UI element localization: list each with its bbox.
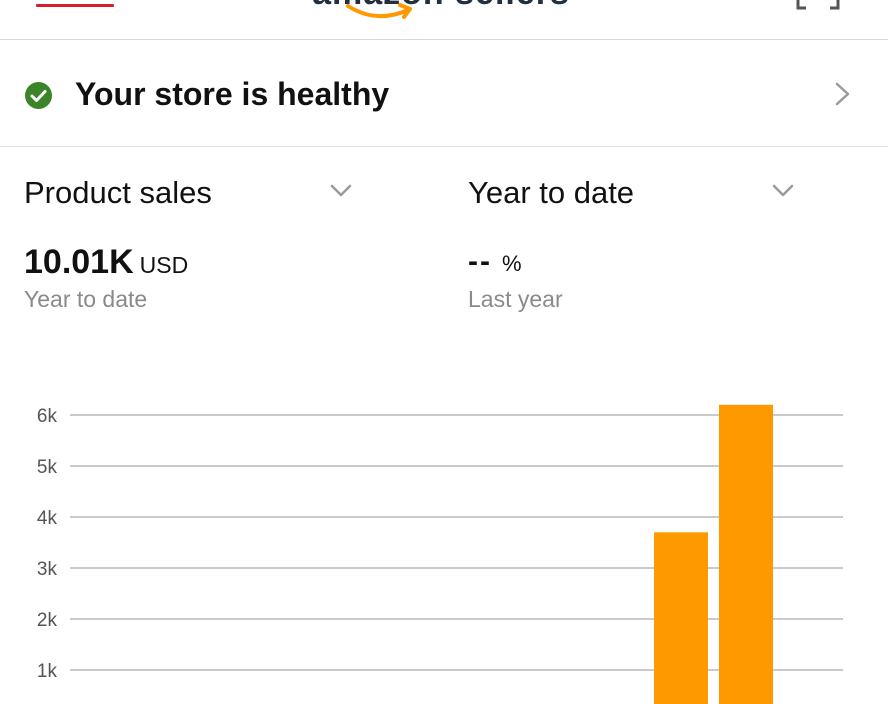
period-label: Year to date: [468, 175, 635, 210]
chevron-right-icon: [835, 82, 850, 106]
product-sales-metric: Product sales 10.01K USD Year to date: [24, 168, 364, 328]
check-circle-icon: [25, 82, 52, 109]
chart-canvas: 1k 2k 3k 4k 5k 6k: [37, 404, 843, 704]
y-tick-label: 5k: [37, 457, 58, 478]
y-tick-label: 2k: [37, 610, 58, 631]
period-comparison-metric: Year to date --% Last year: [468, 168, 798, 328]
store-health-row[interactable]: Your store is healthy: [0, 41, 888, 147]
comparison-unit: %: [501, 251, 522, 276]
comparison-value: --: [468, 245, 492, 278]
y-tick-label: 1k: [37, 661, 58, 682]
y-tick-label: 6k: [37, 406, 58, 427]
metric-type-label: Product sales: [24, 175, 212, 210]
sales-currency: USD: [139, 252, 189, 278]
chevron-down-icon: [772, 184, 794, 197]
store-health-status: Your store is healthy: [75, 76, 390, 112]
top-app-bar: amazon sellers: [0, 0, 888, 40]
app-screen: amazon sellers Your store is healthy Pro…: [0, 0, 888, 704]
hamburger-menu-icon[interactable]: [36, 0, 114, 12]
scan-icon[interactable]: [796, 0, 840, 10]
logo-smile-icon: [346, 3, 412, 19]
chevron-down-icon: [330, 184, 352, 197]
comparison-period-label: Last year: [468, 286, 563, 312]
comparison-value-line: --%: [468, 242, 522, 287]
y-tick-label: 4k: [37, 508, 58, 529]
sales-bar[interactable]: [719, 404, 773, 704]
menu-bar-line: [36, 4, 114, 7]
period-selector[interactable]: Year to date: [468, 168, 798, 218]
sales-bar-chart: 1k 2k 3k 4k 5k 6k: [0, 380, 888, 704]
sales-period-label: Year to date: [24, 286, 148, 312]
metric-value-line: 10.01K USD: [24, 242, 188, 289]
sales-value: 10.01K: [24, 243, 134, 281]
amazon-seller-logo[interactable]: amazon sellers: [296, 0, 586, 24]
metric-type-selector[interactable]: Product sales: [24, 168, 364, 218]
y-tick-label: 3k: [37, 559, 58, 580]
sales-bar[interactable]: [654, 532, 708, 704]
